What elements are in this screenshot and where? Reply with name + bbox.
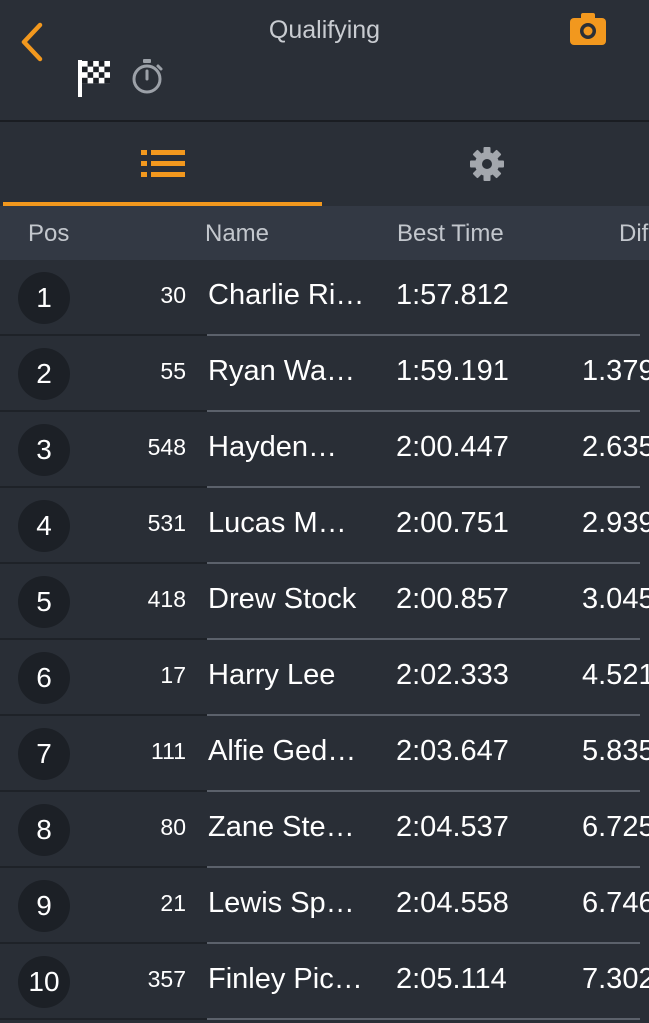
driver-name: Charlie Ri…: [208, 279, 365, 311]
driver-name: Zane Ste…: [208, 811, 355, 843]
position-badge: 1: [18, 272, 70, 324]
time-difference: 2.939: [582, 507, 649, 539]
position-badge: 5: [18, 576, 70, 628]
column-header-diff[interactable]: Dif: [619, 220, 648, 248]
tab-results-list[interactable]: [3, 122, 322, 206]
position-badge: 8: [18, 804, 70, 856]
camera-button[interactable]: [569, 12, 607, 46]
position-badge: 7: [18, 728, 70, 780]
position-badge: 6: [18, 652, 70, 704]
column-header-pos[interactable]: Pos: [28, 220, 69, 248]
driver-name: Lewis Sp…: [208, 887, 355, 919]
column-header-row: Pos Name Best Time Dif: [0, 206, 649, 260]
car-number: 418: [147, 586, 186, 612]
table-row[interactable]: 7 111 Alfie Ged… 2:03.647 5.835: [0, 716, 649, 792]
time-difference: 6.746: [582, 887, 649, 919]
best-time: 2:05.114: [396, 963, 507, 995]
table-row[interactable]: 6 17 Harry Lee 2:02.333 4.521: [0, 640, 649, 716]
driver-name: Finley Pic…: [208, 963, 363, 995]
table-row[interactable]: 3 548 Hayden… 2:00.447 2.635: [0, 412, 649, 488]
column-header-name[interactable]: Name: [205, 220, 269, 248]
car-number: 30: [160, 282, 186, 308]
time-difference: 4.521: [582, 659, 649, 691]
time-difference: 2.635: [582, 431, 649, 463]
time-difference: 6.725: [582, 811, 649, 843]
screen: Qualifying Pos Name Best Time Dif 1 30 C…: [0, 0, 649, 1023]
car-number: 548: [147, 434, 186, 460]
checkered-flag-icon: [78, 60, 110, 97]
time-difference: 5.835: [582, 735, 649, 767]
best-time: 1:59.191: [396, 355, 509, 387]
driver-name: Hayden…: [208, 431, 337, 463]
car-number: 357: [147, 966, 186, 992]
timing-button[interactable]: [130, 58, 164, 96]
column-header-best-time[interactable]: Best Time: [397, 220, 504, 248]
position-badge: 10: [18, 956, 70, 1008]
driver-name: Harry Lee: [208, 659, 336, 691]
row-divider-dark: [0, 1018, 207, 1020]
time-difference: 1.379: [582, 355, 649, 387]
driver-name: Drew Stock: [208, 583, 357, 615]
tab-settings[interactable]: [325, 122, 649, 206]
car-number: 111: [151, 738, 186, 764]
car-number: 21: [160, 890, 186, 916]
best-time: 2:00.751: [396, 507, 509, 539]
list-icon: [140, 150, 185, 177]
table-row[interactable]: 2 55 Ryan Wa… 1:59.191 1.379: [0, 336, 649, 412]
driver-name: Alfie Ged…: [208, 735, 357, 767]
driver-name: Lucas M…: [208, 507, 347, 539]
table-row[interactable]: 9 21 Lewis Sp… 2:04.558 6.746: [0, 868, 649, 944]
row-divider: [207, 1018, 640, 1020]
time-difference: 3.045: [582, 583, 649, 615]
race-flag-button[interactable]: [76, 58, 114, 98]
best-time: 1:57.812: [396, 279, 509, 311]
table-row[interactable]: 1 30 Charlie Ri… 1:57.812: [0, 260, 649, 336]
top-bar: Qualifying: [0, 0, 649, 122]
position-badge: 3: [18, 424, 70, 476]
best-time: 2:00.447: [396, 431, 509, 463]
table-row[interactable]: 10 357 Finley Pic… 2:05.114 7.302: [0, 944, 649, 1020]
position-badge: 2: [18, 348, 70, 400]
table-row[interactable]: 4 531 Lucas M… 2:00.751 2.939: [0, 488, 649, 564]
time-difference: 7.302: [582, 963, 649, 995]
best-time: 2:00.857: [396, 583, 509, 615]
position-badge: 9: [18, 880, 70, 932]
page-title: Qualifying: [268, 16, 381, 44]
results-list: 1 30 Charlie Ri… 1:57.812 2 55 Ryan Wa… 1:59.19…: [0, 260, 649, 1020]
car-number: 55: [160, 358, 186, 384]
position-badge: 4: [18, 500, 70, 552]
camera-icon: [570, 13, 606, 45]
best-time: 2:04.558: [396, 887, 509, 919]
table-row[interactable]: 5 418 Drew Stock 2:00.857 3.045: [0, 564, 649, 640]
best-time: 2:03.647: [396, 735, 509, 767]
car-number: 531: [147, 510, 186, 536]
car-number: 17: [160, 662, 186, 688]
gear-icon: [470, 147, 504, 181]
stopwatch-icon: [132, 59, 163, 94]
best-time: 2:02.333: [396, 659, 509, 691]
car-number: 80: [160, 814, 186, 840]
table-row[interactable]: 8 80 Zane Ste… 2:04.537 6.725: [0, 792, 649, 868]
driver-name: Ryan Wa…: [208, 355, 356, 387]
tab-bar: [0, 122, 649, 206]
best-time: 2:04.537: [396, 811, 509, 843]
